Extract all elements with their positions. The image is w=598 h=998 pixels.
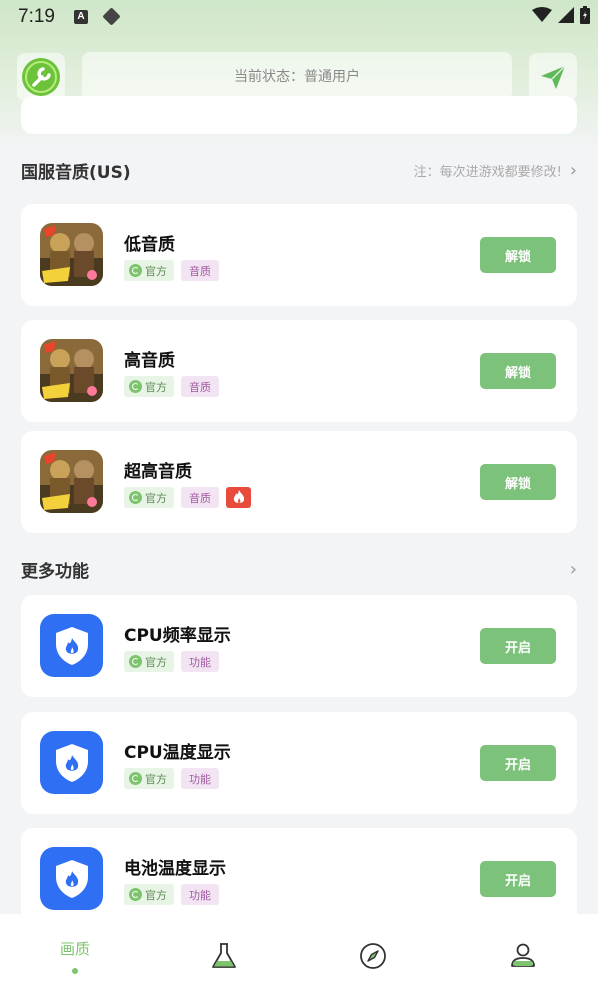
tag-category: 音质 <box>181 260 219 281</box>
tag-official-label: 官方 <box>145 888 167 902</box>
tag-official: 官方 <box>124 768 174 789</box>
item-tags: 官方 功能 <box>124 651 219 672</box>
quality-section-note[interactable]: 注：每次进游戏都要修改! › <box>414 160 577 181</box>
tag-official: 官方 <box>124 651 174 672</box>
tools-button[interactable] <box>17 53 65 101</box>
game-thumbnail <box>40 223 103 286</box>
chevron-right-icon: › <box>569 160 577 181</box>
tag-official: 官方 <box>124 884 174 905</box>
tag-category: 功能 <box>181 884 219 905</box>
official-logo-icon <box>129 491 142 504</box>
app-icon <box>40 847 103 910</box>
nav-tab-lab[interactable] <box>149 914 299 998</box>
tag-official: 官方 <box>124 260 174 281</box>
notification-diamond-icon <box>102 7 121 26</box>
item-tags: 官方 音质 <box>124 376 219 397</box>
tag-official-label: 官方 <box>145 772 167 786</box>
item-tags: 官方 音质 <box>124 260 219 281</box>
quality-note-text: 注：每次进游戏都要修改! <box>413 165 562 180</box>
tag-official: 官方 <box>124 487 174 508</box>
tag-official-label: 官方 <box>145 491 167 505</box>
item-tags: 官方 音质 <box>124 487 251 508</box>
unlock-button[interactable]: 解锁 <box>480 464 556 500</box>
user-icon <box>511 943 535 967</box>
tag-category: 功能 <box>181 768 219 789</box>
tag-category: 功能 <box>181 651 219 672</box>
feature-card-cpu-freq: CPU频率显示 官方 功能 开启 <box>21 595 577 697</box>
enable-button[interactable]: 开启 <box>480 745 556 781</box>
official-logo-icon <box>129 888 142 901</box>
tag-category: 音质 <box>181 376 219 397</box>
nav-tab-discover[interactable] <box>298 914 448 998</box>
send-icon <box>541 65 566 89</box>
official-logo-icon <box>129 772 142 785</box>
previous-card-edge <box>21 96 577 134</box>
shield-flame-icon <box>55 859 88 898</box>
quality-card-high: 高音质 官方 音质 解锁 <box>21 320 577 422</box>
shield-flame-icon <box>55 743 88 782</box>
item-title: 低音质 <box>124 235 175 255</box>
official-logo-icon <box>129 264 142 277</box>
send-button[interactable] <box>529 53 577 101</box>
status-bar: 7:19 A <box>0 0 598 36</box>
tag-official-label: 官方 <box>145 655 167 669</box>
item-title: CPU温度显示 <box>124 743 231 763</box>
tag-category: 音质 <box>181 487 219 508</box>
game-thumbnail <box>40 450 103 513</box>
hot-badge <box>226 487 251 508</box>
nav-tab-quality[interactable]: 画质 <box>0 914 150 998</box>
user-status-display: 当前状态：普通用户 <box>82 52 512 100</box>
nav-tab-profile[interactable] <box>448 914 598 998</box>
app-icon <box>40 731 103 794</box>
status-icons <box>532 6 590 24</box>
quality-card-low: 低音质 官方 音质 解锁 <box>21 204 577 306</box>
tag-official: 官方 <box>124 376 174 397</box>
feature-card-cpu-temp: CPU温度显示 官方 功能 开启 <box>21 712 577 814</box>
quality-card-ultra: 超高音质 官方 音质 解锁 <box>21 431 577 533</box>
bottom-navigation: 画质 <box>0 914 598 998</box>
battery-icon <box>580 6 590 24</box>
nav-tab-label: 画质 <box>59 940 90 958</box>
unlock-button[interactable]: 解锁 <box>480 237 556 273</box>
compass-icon <box>360 943 386 969</box>
item-title: 超高音质 <box>124 462 192 482</box>
wifi-icon <box>532 7 552 22</box>
official-logo-icon <box>129 380 142 393</box>
item-tags: 官方 功能 <box>124 768 219 789</box>
quality-section-title: 国服音质(US) <box>21 163 131 183</box>
item-title: 高音质 <box>124 351 175 371</box>
flask-icon <box>212 943 236 968</box>
item-title: CPU频率显示 <box>124 626 231 646</box>
item-tags: 官方 功能 <box>124 884 219 905</box>
item-title: 电池温度显示 <box>124 859 226 879</box>
tag-official-label: 官方 <box>145 380 167 394</box>
active-indicator <box>72 968 78 974</box>
game-thumbnail <box>40 339 103 402</box>
user-status-text: 当前状态：普通用户 <box>234 69 360 85</box>
official-logo-icon <box>129 655 142 668</box>
app-icon <box>40 614 103 677</box>
shield-flame-icon <box>55 626 88 665</box>
chevron-right-icon: › <box>569 559 577 580</box>
more-section-header[interactable]: 更多功能 › <box>21 557 577 582</box>
unlock-button[interactable]: 解锁 <box>480 353 556 389</box>
notification-a-icon: A <box>74 10 88 24</box>
tag-official-label: 官方 <box>145 264 167 278</box>
fire-icon <box>233 490 244 503</box>
more-section-title: 更多功能 <box>21 562 89 582</box>
wrench-icon <box>22 58 60 96</box>
enable-button[interactable]: 开启 <box>480 628 556 664</box>
quality-section-header: 国服音质(US) 注：每次进游戏都要修改! › <box>21 158 577 183</box>
enable-button[interactable]: 开启 <box>480 861 556 897</box>
status-time: 7:19 <box>18 6 55 27</box>
signal-icon <box>558 7 574 23</box>
